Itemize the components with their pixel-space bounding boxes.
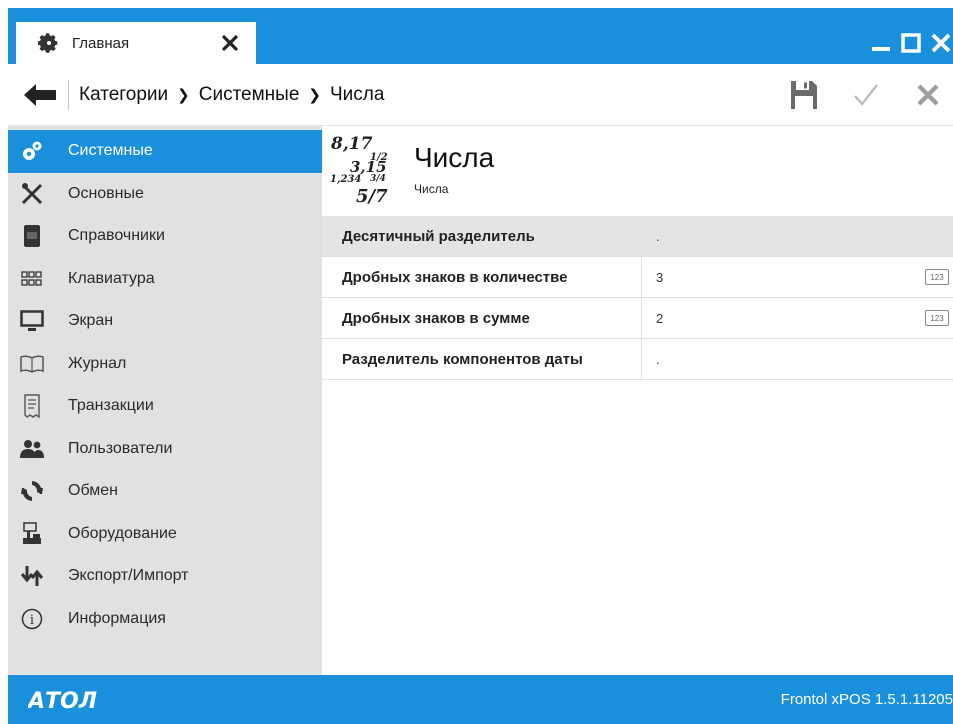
minimize-button[interactable] [869,31,893,55]
page-subtitle: Числа [414,182,449,196]
setting-row-sum-decimals[interactable]: Дробных знаков в сумме 2 123 [322,298,953,339]
exchange-icon [20,479,44,503]
gears-icon [20,139,44,163]
sidebar-item-journal[interactable]: Журнал [8,343,322,386]
sidebar: Системные Основные Справочники Клавиатур… [8,126,322,675]
sidebar-item-transactions[interactable]: Транзакции [8,385,322,428]
sidebar-item-label: Обмен [68,482,118,500]
sidebar-item-keyboard[interactable]: Клавиатура [8,258,322,301]
content-panel: 8,17 1/2 3,15 1,234 3/4 5/7 Числа Числа … [322,126,953,675]
toolbar: Категории ❯ Системные ❯ Числа [8,64,953,126]
sidebar-item-references[interactable]: Справочники [8,215,322,258]
back-button[interactable] [20,75,60,115]
svg-text:i: i [30,613,34,628]
sidebar-item-label: Оборудование [68,524,177,542]
breadcrumb-item-categories[interactable]: Категории [79,84,168,106]
checkmark-icon [854,84,878,106]
title-bar: Главная [8,8,953,64]
numeric-keypad-icon[interactable]: 123 [925,269,949,285]
page-header: 8,17 1/2 3,15 1,234 3/4 5/7 Числа Числа [330,134,494,214]
breadcrumb-item-current: Числа [329,83,385,105]
arrow-left-icon [24,83,56,106]
svg-text:АТОЛ: АТОЛ [28,689,97,711]
journal-icon [20,352,44,376]
setting-value-input[interactable]: . [642,216,953,256]
setting-label: Разделитель компонентов даты [322,339,642,379]
info-icon: i [20,607,44,631]
close-icon [931,33,951,53]
tab-close-icon[interactable] [220,33,240,53]
maximize-button[interactable] [899,31,923,55]
setting-label: Десятичный разделитель [342,227,535,245]
setting-value-input[interactable]: 2 123 [642,298,953,338]
setting-value: 3 [656,269,664,285]
sidebar-item-users[interactable]: Пользователи [8,428,322,471]
tab-main[interactable]: Главная [16,22,256,64]
export-import-icon [20,564,44,588]
breadcrumb: Категории ❯ Системные ❯ Числа [79,84,384,106]
window-controls [869,22,953,64]
setting-row-date-separator[interactable]: Разделитель компонентов даты . [322,339,953,380]
setting-value-input[interactable]: . [642,339,953,379]
sidebar-item-label: Экспорт/Импорт [68,567,189,585]
book-icon [20,224,44,248]
sidebar-item-screen[interactable]: Экран [8,300,322,343]
setting-row-quantity-decimals[interactable]: Дробных знаков в количестве 3 123 [322,257,953,298]
version-label: Frontol xPOS 1.5.1.11205 [780,691,953,708]
atol-logo: АТОЛ [28,689,97,711]
page-title: Числа [414,142,495,173]
setting-label: Дробных знаков в количестве [322,257,642,297]
sidebar-item-exchange[interactable]: Обмен [8,470,322,513]
receipt-icon [20,394,44,419]
toolbar-divider [68,79,69,110]
save-button[interactable] [779,70,829,120]
sidebar-item-system[interactable]: Системные [8,130,322,173]
minimize-icon [872,47,890,51]
status-bar: АТОЛ Frontol xPOS 1.5.1.11205 [8,675,953,724]
sidebar-item-main[interactable]: Основные [8,173,322,216]
numeric-keypad-icon[interactable]: 123 [925,310,949,326]
numbers-icon: 8,17 1/2 3,15 1,234 3/4 5/7 [330,134,388,207]
tab-label: Главная [72,34,130,52]
monitor-icon [20,309,44,333]
sidebar-item-equipment[interactable]: Оборудование [8,513,322,556]
sidebar-item-label: Экран [68,312,114,330]
settings-grid: Десятичный разделитель . Дробных знаков … [322,216,953,380]
gear-icon [38,33,58,53]
keyboard-icon [20,267,44,291]
sidebar-item-label: Системные [68,142,153,160]
sidebar-item-label: Журнал [68,354,127,372]
save-icon [791,81,817,109]
apply-button[interactable] [841,70,891,120]
tools-icon [20,182,44,206]
toolbar-actions [767,64,953,126]
sidebar-item-label: Транзакции [68,397,154,415]
maximize-icon [901,33,921,53]
setting-value-input[interactable]: 3 123 [642,257,953,297]
sidebar-item-label: Справочники [68,227,165,245]
window-close-button[interactable] [929,31,953,55]
setting-label: Дробных знаков в сумме [322,298,642,338]
equipment-icon [20,522,44,546]
breadcrumb-chevron-icon: ❯ [177,86,190,104]
breadcrumb-item-system[interactable]: Системные [199,84,300,106]
sidebar-item-label: Клавиатура [68,269,155,287]
page-titles: Числа Числа [414,134,494,214]
setting-row-decimal-separator[interactable]: Десятичный разделитель . [322,216,953,257]
sidebar-item-export-import[interactable]: Экспорт/Импорт [8,555,322,598]
sidebar-item-label: Информация [68,609,166,627]
sidebar-item-label: Основные [68,184,144,202]
cancel-x-icon [917,84,939,106]
sidebar-item-information[interactable]: i Информация [8,598,322,641]
users-icon [20,437,44,461]
sidebar-item-label: Пользователи [68,439,173,457]
setting-value: 2 [656,310,664,326]
breadcrumb-chevron-icon: ❯ [308,86,321,104]
cancel-button[interactable] [903,70,953,120]
